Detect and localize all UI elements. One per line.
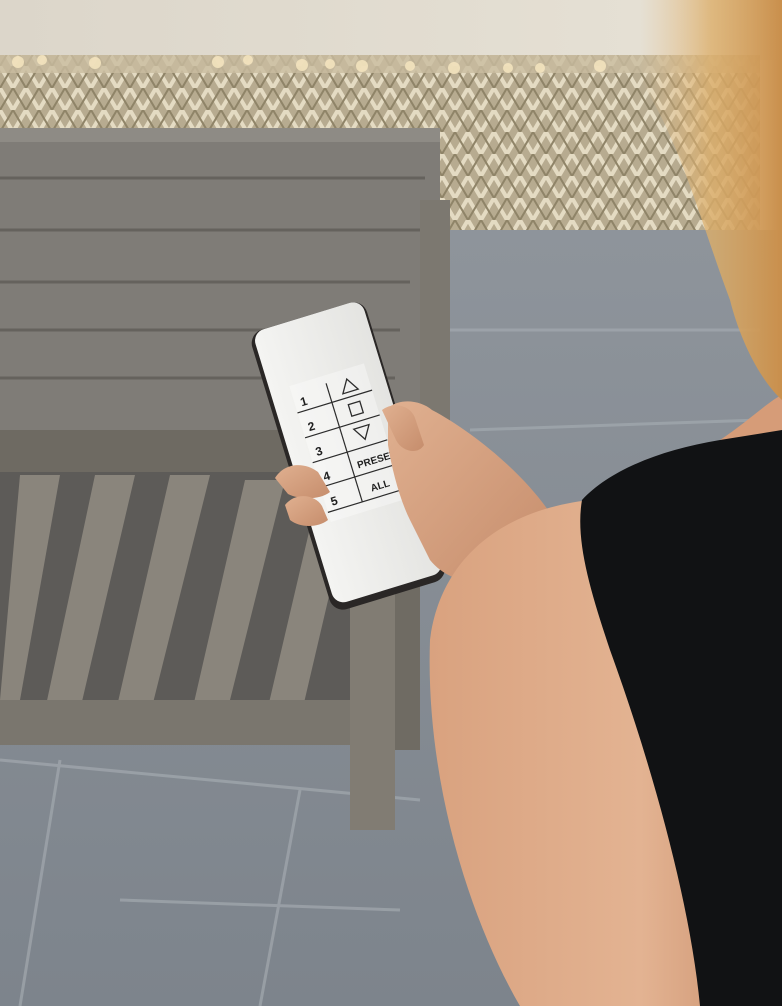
photo-scene: 1 2 3 4 5 PRESET ALL bbox=[0, 0, 782, 1006]
